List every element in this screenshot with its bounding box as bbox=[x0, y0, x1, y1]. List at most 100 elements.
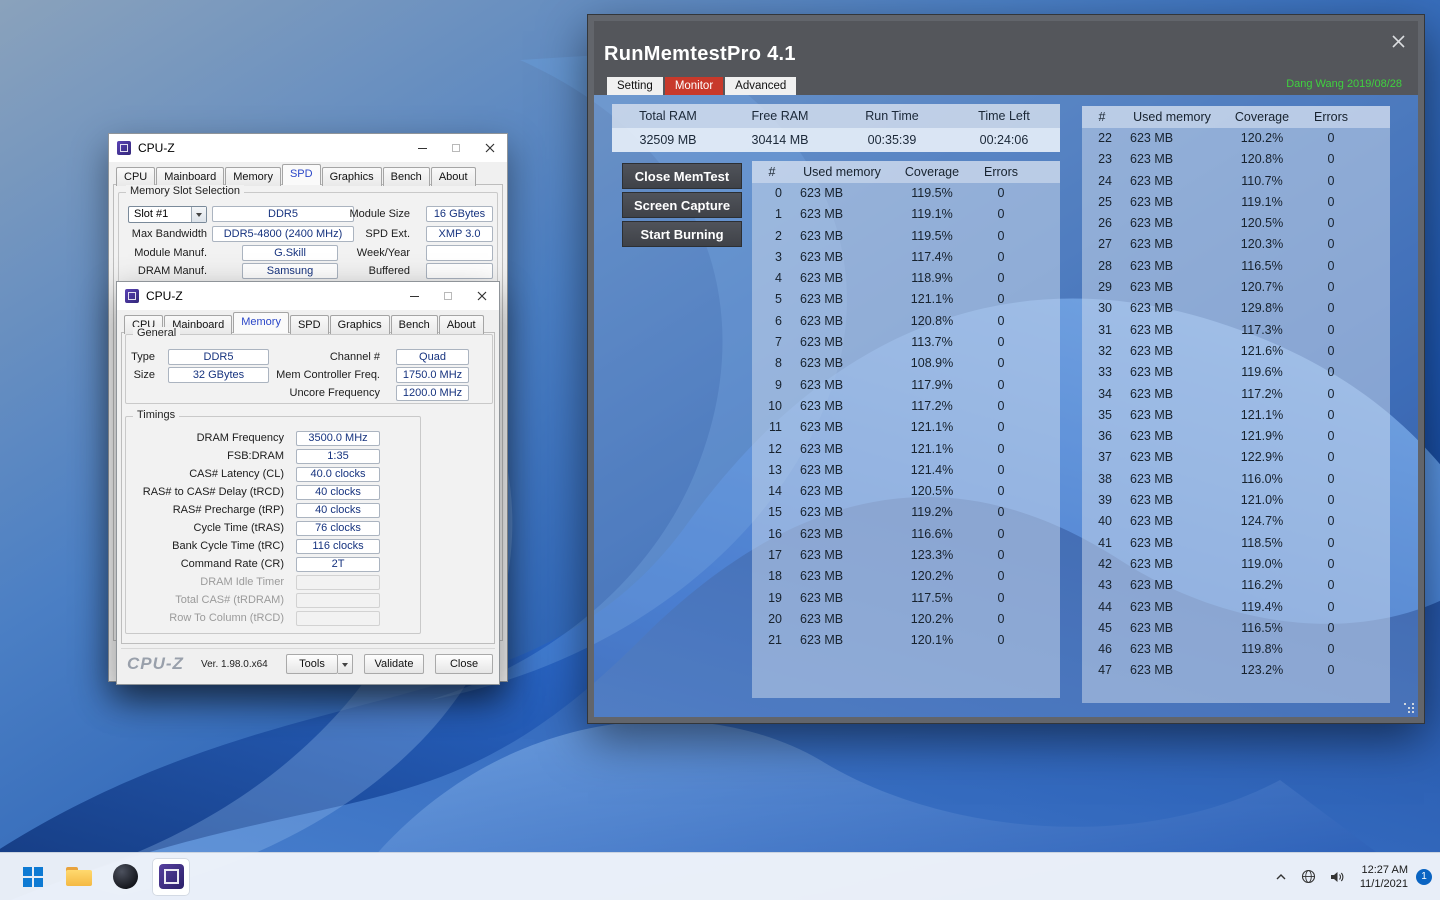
time-left-header: Time Left bbox=[948, 104, 1060, 128]
tab-graphics[interactable]: Graphics bbox=[322, 167, 382, 186]
col-used-memory: Used memory bbox=[792, 161, 892, 183]
table-row: 36623 MB121.9%0 bbox=[1082, 426, 1390, 447]
tab-monitor[interactable]: Monitor bbox=[665, 77, 723, 95]
dram-manuf-label: DRAM Manuf. bbox=[119, 263, 207, 279]
table-row: 11623 MB121.1%0 bbox=[752, 417, 1060, 438]
tab-setting[interactable]: Setting bbox=[607, 77, 663, 95]
table-row: 14623 MB120.5%0 bbox=[752, 481, 1060, 502]
mem-controller-freq-field: 1750.0 MHz bbox=[396, 367, 469, 383]
col-errors: Errors bbox=[972, 161, 1030, 183]
tab-memory[interactable]: Memory bbox=[233, 312, 289, 333]
validate-button[interactable]: Validate bbox=[364, 654, 424, 674]
total-ram-header: Total RAM bbox=[612, 104, 724, 128]
maximize-button[interactable] bbox=[431, 283, 465, 309]
tab-spd[interactable]: SPD bbox=[282, 164, 321, 185]
close-button-footer[interactable]: Close bbox=[435, 654, 493, 674]
table-row: 18623 MB120.2%0 bbox=[752, 566, 1060, 587]
slot-selector[interactable]: Slot #1 bbox=[128, 206, 207, 223]
clock[interactable]: 12:27 AM 11/1/2021 bbox=[1360, 863, 1408, 891]
tab-about[interactable]: About bbox=[439, 315, 484, 334]
start-burning-button[interactable]: Start Burning bbox=[622, 221, 742, 247]
memtest-table-left: # Used memory Coverage Errors 0623 MB119… bbox=[752, 161, 1060, 698]
table-row: 17623 MB123.3%0 bbox=[752, 545, 1060, 566]
start-button[interactable] bbox=[14, 858, 52, 896]
spd-ext-label: SPD Ext. bbox=[346, 226, 410, 242]
table-row: 10623 MB117.2%0 bbox=[752, 396, 1060, 417]
tab-mainboard[interactable]: Mainboard bbox=[156, 167, 224, 186]
table-row: 26623 MB120.5%0 bbox=[1082, 213, 1390, 234]
tab-memory[interactable]: Memory bbox=[225, 167, 281, 186]
notification-badge[interactable]: 1 bbox=[1416, 869, 1432, 885]
app-icon bbox=[113, 864, 138, 889]
tools-button[interactable]: Tools bbox=[286, 654, 338, 674]
table-row: 47623 MB123.2%0 bbox=[1082, 660, 1390, 681]
minimize-button[interactable] bbox=[397, 283, 431, 309]
file-explorer-button[interactable] bbox=[60, 858, 98, 896]
version-text: Ver. 1.98.0.x64 bbox=[201, 659, 268, 670]
ram-summary: Total RAM Free RAM Run Time Time Left 32… bbox=[612, 104, 1060, 152]
table-row: 33623 MB119.6%0 bbox=[1082, 362, 1390, 383]
tab-about[interactable]: About bbox=[431, 167, 476, 186]
col-coverage: Coverage bbox=[1222, 106, 1302, 128]
table-row: 2623 MB119.5%0 bbox=[752, 226, 1060, 247]
memory-slot-selection-group: Memory Slot Selection Slot #1 DDR5 Modul… bbox=[118, 192, 498, 286]
close-memtest-button[interactable]: Close MemTest bbox=[622, 163, 742, 189]
volume-button[interactable] bbox=[1324, 861, 1350, 893]
chevron-up-icon bbox=[1275, 873, 1287, 881]
close-button[interactable] bbox=[1386, 29, 1410, 53]
size-label: Size bbox=[126, 367, 155, 383]
slot-type-field: DDR5 bbox=[212, 206, 354, 222]
tab-advanced[interactable]: Advanced bbox=[725, 77, 796, 95]
network-globe-icon bbox=[1301, 869, 1316, 884]
taskbar: 12:27 AM 11/1/2021 1 bbox=[0, 852, 1440, 900]
slot-selector-value: Slot #1 bbox=[129, 207, 191, 222]
tools-dropdown-button[interactable] bbox=[338, 654, 353, 674]
timing-field: 116 clocks bbox=[296, 539, 380, 554]
timing-label: RAS# Precharge (tRP) bbox=[126, 504, 296, 516]
app-button[interactable] bbox=[106, 858, 144, 896]
timing-label: Row To Column (tRCD) bbox=[126, 612, 296, 624]
module-size-field: 16 GBytes bbox=[426, 206, 493, 222]
spd-ext-field: XMP 3.0 bbox=[426, 226, 493, 242]
channel-label: Channel # bbox=[266, 349, 380, 365]
table-row: 31623 MB117.3%0 bbox=[1082, 320, 1390, 341]
memtest-titlebar: RunMemtestPro 4.1 Dang Wang 2019/08/28 S… bbox=[594, 21, 1418, 95]
memtest-body: Total RAM Free RAM Run Time Time Left 32… bbox=[594, 95, 1418, 717]
table-row: 42623 MB119.0%0 bbox=[1082, 554, 1390, 575]
tab-bench[interactable]: Bench bbox=[391, 315, 438, 334]
timing-label: FSB:DRAM bbox=[126, 450, 296, 462]
table-row: 25623 MB119.1%0 bbox=[1082, 192, 1390, 213]
table-row: 29623 MB120.7%0 bbox=[1082, 277, 1390, 298]
desktop: CPU-Z CPU Mainboard Memory SPD Graphics … bbox=[0, 0, 1440, 900]
close-icon bbox=[485, 143, 495, 153]
timing-label: CAS# Latency (CL) bbox=[126, 468, 296, 480]
resize-grip-icon[interactable] bbox=[1404, 703, 1416, 715]
table-row: 39623 MB121.0%0 bbox=[1082, 490, 1390, 511]
table-row: 1623 MB119.1%0 bbox=[752, 204, 1060, 225]
tab-spd[interactable]: SPD bbox=[290, 315, 329, 334]
timing-field bbox=[296, 575, 380, 590]
timing-row: RAS# Precharge (tRP)40 clocks bbox=[126, 501, 420, 519]
maximize-button[interactable] bbox=[439, 135, 473, 161]
tray-chevron-button[interactable] bbox=[1268, 861, 1294, 893]
close-button[interactable] bbox=[465, 283, 499, 309]
col-errors: Errors bbox=[1302, 106, 1360, 128]
network-button[interactable] bbox=[1296, 861, 1322, 893]
dropdown-button[interactable] bbox=[191, 207, 206, 222]
group-title: Memory Slot Selection bbox=[126, 185, 244, 197]
tab-cpu[interactable]: CPU bbox=[116, 167, 155, 186]
memtest-window: RunMemtestPro 4.1 Dang Wang 2019/08/28 S… bbox=[588, 15, 1424, 723]
cpuz-taskbar-button[interactable] bbox=[152, 858, 190, 896]
tab-bench[interactable]: Bench bbox=[383, 167, 430, 186]
table-row: 46623 MB119.8%0 bbox=[1082, 639, 1390, 660]
table-row: 8623 MB108.9%0 bbox=[752, 353, 1060, 374]
close-button[interactable] bbox=[473, 135, 507, 161]
screen-capture-button[interactable]: Screen Capture bbox=[622, 192, 742, 218]
timings-rows: DRAM Frequency3500.0 MHzFSB:DRAM1:35CAS#… bbox=[126, 429, 420, 627]
cpuz-window-memory: CPU-Z CPU Mainboard Memory SPD Graphics … bbox=[116, 281, 500, 685]
week-year-field bbox=[426, 245, 493, 261]
cpuz-logo-icon bbox=[117, 141, 131, 155]
tab-graphics[interactable]: Graphics bbox=[330, 315, 390, 334]
minimize-button[interactable] bbox=[405, 135, 439, 161]
author-credit: Dang Wang 2019/08/28 bbox=[1286, 78, 1402, 90]
